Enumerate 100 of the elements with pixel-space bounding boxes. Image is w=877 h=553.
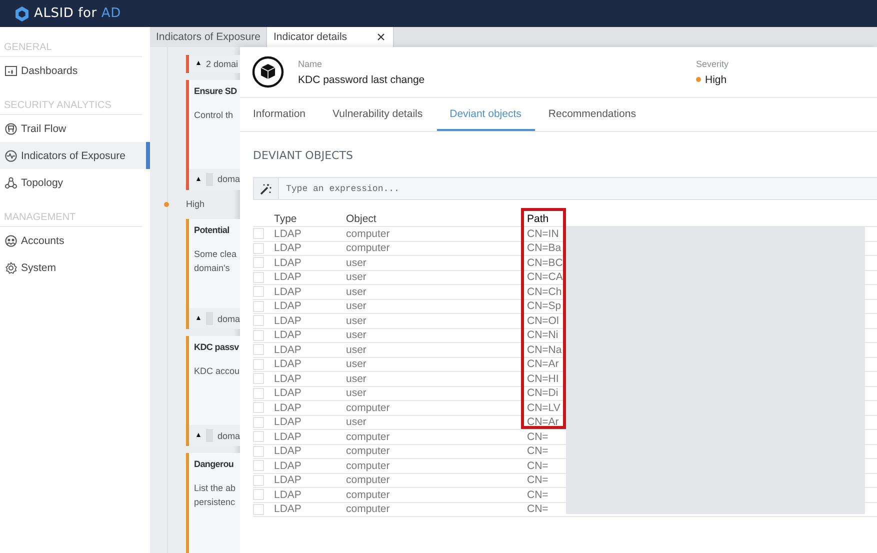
cube-icon bbox=[252, 56, 284, 88]
table-cell-text: computer bbox=[346, 503, 391, 516]
row-checkbox[interactable] bbox=[253, 300, 264, 312]
table-cell-text: user bbox=[346, 372, 368, 385]
row-checkbox[interactable] bbox=[253, 402, 264, 414]
row-checkbox[interactable] bbox=[253, 358, 264, 370]
row-checkbox[interactable] bbox=[253, 272, 264, 283]
close-icon[interactable] bbox=[377, 33, 386, 41]
table-cell-text: CN= bbox=[527, 445, 550, 458]
severity-value: High bbox=[705, 74, 727, 86]
table-cell-text: LDAP bbox=[274, 314, 302, 327]
table-cell-text: LDAP bbox=[274, 271, 302, 284]
indicator-title: Dangerou bbox=[193, 458, 235, 469]
column-header: Path bbox=[527, 213, 550, 225]
table-cell-text: CN=Di bbox=[527, 387, 560, 400]
table-cell-text: LDAP bbox=[274, 402, 302, 414]
row-checkbox[interactable] bbox=[253, 446, 264, 457]
section-heading: MANAGEMENT bbox=[0, 212, 142, 227]
nav-item[interactable]: Indicators of Exposure bbox=[0, 142, 150, 169]
detail-tab[interactable]: Vulnerability details bbox=[320, 98, 437, 131]
table-cell-text: user bbox=[346, 416, 368, 428]
row-checkbox[interactable] bbox=[253, 474, 264, 486]
domain-count: doma bbox=[217, 430, 240, 440]
table-cell-text: CN=IN bbox=[527, 228, 560, 240]
nav-item[interactable]: Trail Flow bbox=[0, 115, 150, 142]
nav-item[interactable]: Dashboards bbox=[0, 57, 150, 84]
row-checkbox[interactable] bbox=[253, 242, 264, 254]
detail-tab[interactable]: Recommendations bbox=[535, 98, 650, 131]
table-cell-text: user bbox=[346, 256, 368, 269]
table-cell-text: computer bbox=[346, 445, 391, 458]
table-cell-text: LDAP bbox=[274, 344, 302, 356]
network-icon bbox=[5, 176, 17, 188]
indicator-description: KDC accou bbox=[193, 365, 240, 378]
table-cell-text: computer bbox=[346, 402, 391, 414]
row-checkbox[interactable] bbox=[253, 489, 264, 500]
field-label: Severity bbox=[696, 58, 730, 68]
row-checkbox[interactable] bbox=[253, 257, 264, 268]
indicator-title: Ensure SD bbox=[193, 84, 238, 96]
table-cell-text: computer bbox=[346, 474, 391, 486]
nav-item[interactable]: System bbox=[0, 254, 150, 281]
table-cell-text: CN= bbox=[527, 430, 550, 443]
row-checkbox[interactable] bbox=[253, 431, 264, 442]
table-cell-text: LDAP bbox=[274, 488, 302, 501]
table-cell-text: CN=BC bbox=[527, 256, 564, 269]
table-cell-text: CN=Na bbox=[527, 344, 563, 356]
domain-count: doma bbox=[217, 174, 240, 184]
table-cell-text: computer bbox=[346, 488, 391, 501]
row-checkbox[interactable] bbox=[253, 315, 264, 326]
table-cell-text: LDAP bbox=[274, 460, 302, 472]
row-checkbox[interactable] bbox=[253, 388, 264, 399]
table-cell-text: LDAP bbox=[274, 372, 302, 385]
indicator-name: KDC password last change bbox=[298, 74, 426, 86]
row-checkbox[interactable] bbox=[253, 373, 264, 384]
table-cell-text: computer bbox=[346, 430, 391, 443]
table-cell-text: CN= bbox=[527, 503, 550, 516]
row-checkbox[interactable] bbox=[253, 460, 264, 472]
detail-tab[interactable]: Information bbox=[240, 98, 320, 131]
nav-item[interactable]: Accounts bbox=[0, 227, 150, 254]
logo-icon bbox=[15, 6, 29, 22]
table-cell-text: LDAP bbox=[274, 300, 302, 312]
dashboard-icon bbox=[5, 66, 17, 76]
page-tab[interactable]: Indicator details bbox=[267, 27, 394, 47]
row-checkbox[interactable] bbox=[253, 228, 264, 240]
expression-field[interactable]: Type an expression... bbox=[279, 177, 877, 200]
indicator-title: Potential bbox=[193, 224, 230, 235]
table-cell-text: CN=Ch bbox=[527, 286, 563, 298]
table-cell-text: computer bbox=[346, 460, 391, 472]
column-header: Object bbox=[346, 213, 378, 225]
table-cell-text: user bbox=[346, 271, 368, 284]
wand-button[interactable] bbox=[253, 177, 279, 200]
table-cell-text: CN= bbox=[527, 488, 550, 501]
indicator-card[interactable]: Dangerou List the ab persistenc bbox=[186, 453, 240, 553]
indicator-description: List the ab persistenc bbox=[193, 482, 237, 509]
row-checkbox[interactable] bbox=[253, 330, 264, 341]
table-cell-text: computer bbox=[346, 242, 391, 254]
table-cell-text: CN=HI bbox=[527, 372, 560, 385]
table-cell-text: CN=Ni bbox=[527, 329, 560, 342]
row-checkbox[interactable] bbox=[253, 286, 264, 298]
table-cell-text: CN= bbox=[527, 460, 550, 472]
column-header: Type bbox=[274, 213, 298, 225]
table-cell-text: CN=LV bbox=[527, 402, 562, 414]
table-cell-text: LDAP bbox=[274, 242, 302, 254]
table-cell-text: CN=Ba bbox=[527, 242, 562, 254]
nav-item[interactable]: Topology bbox=[0, 169, 150, 196]
section-title: DEVIANT OBJECTS bbox=[253, 149, 354, 162]
table-cell-text: LDAP bbox=[274, 387, 302, 400]
row-checkbox[interactable] bbox=[253, 344, 264, 356]
indicator-title: KDC passv bbox=[193, 341, 240, 352]
table-cell-text: LDAP bbox=[274, 286, 302, 298]
route-icon bbox=[5, 122, 17, 134]
table-cell-text: CN= bbox=[527, 474, 550, 486]
table-cell-text: CN=Ar bbox=[527, 358, 560, 370]
users-icon bbox=[5, 234, 17, 246]
table-cell-text: LDAP bbox=[274, 329, 302, 342]
product-logo-text: ALSID for AD bbox=[34, 6, 121, 21]
row-checkbox[interactable] bbox=[253, 504, 264, 515]
table-cell-text: LDAP bbox=[274, 445, 302, 458]
table-cell-text: CN=Sp bbox=[527, 300, 562, 312]
row-checkbox[interactable] bbox=[253, 416, 264, 428]
table-cell-text: user bbox=[346, 300, 368, 312]
